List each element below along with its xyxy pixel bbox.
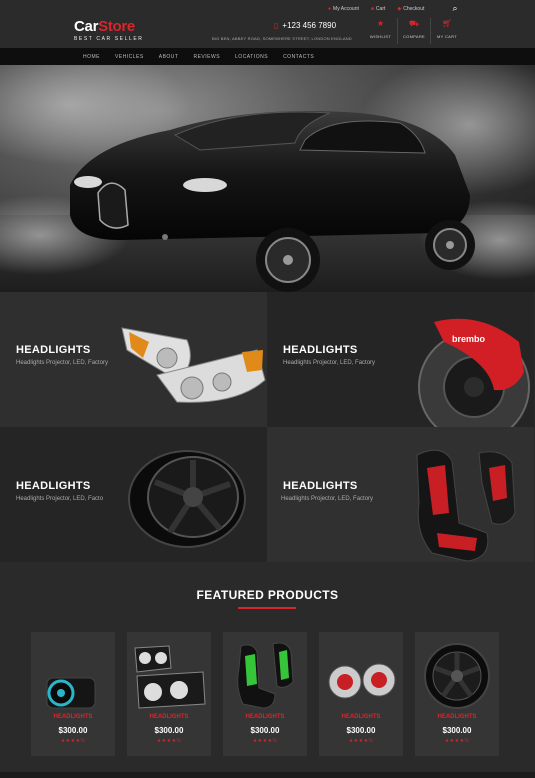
cart-icon: 🛒︎ <box>441 19 453 28</box>
featured-products-section: FEATURED PRODUCTS HEADLIGHTS $300.00 ★★★… <box>0 562 535 778</box>
nav-item-locations[interactable]: LOCATIONS <box>235 54 268 60</box>
product-name[interactable]: HEADLIGHTS <box>415 714 499 720</box>
tile-subtitle: Headlights Projector, LED, Factory <box>281 496 374 502</box>
rating-stars: ★★★★½ <box>156 738 182 744</box>
product-card[interactable]: HEADLIGHTS $300.00 ★★★★½ <box>415 632 499 756</box>
checkout-icon: ◆ <box>397 6 402 12</box>
category-tile-wheels[interactable]: HEADLIGHTS Headlights Projector, LED, Fa… <box>0 427 267 562</box>
compare-button[interactable]: ⛟ COMPARE <box>397 18 430 44</box>
product-image-headlights <box>134 645 206 709</box>
phone-icon: ▯ <box>274 21 279 30</box>
product-card[interactable]: HEADLIGHTS $300.00 ★★★★½ <box>31 632 115 756</box>
footer-strip <box>0 772 535 778</box>
product-name[interactable]: HEADLIGHTS <box>319 714 403 720</box>
product-name[interactable]: HEADLIGHTS <box>31 714 115 720</box>
cart-link[interactable]: ■ Cart <box>371 4 385 14</box>
brake-disc-image: brembo <box>418 318 530 427</box>
tile-subtitle: Headlights Projector, LED, Factory <box>283 360 376 366</box>
hero-car-image <box>0 65 535 292</box>
product-price: $300.00 <box>346 726 376 735</box>
store-address: BIG BEN, ABBEY ROAD, SOMEWHERE STREET, L… <box>212 36 352 41</box>
hero-banner[interactable] <box>0 65 535 292</box>
category-tile-headlights[interactable]: HEADLIGHTS Headlights Projector, LED, Fa… <box>0 292 267 427</box>
svg-text:brembo: brembo <box>452 334 486 344</box>
product-name[interactable]: HEADLIGHTS <box>127 714 211 720</box>
category-tile-seats[interactable]: HEADLIGHTS Headlights Projector, LED, Fa… <box>267 427 534 562</box>
site-header: CarStore BEST CAR SELLER ● My Account ■ Ca… <box>0 0 535 48</box>
cart-icon: ■ <box>370 6 374 12</box>
rating-stars: ★★★★½ <box>444 738 470 744</box>
header-actions: ★ WISHLIST ⛟ COMPARE 🛒︎ MY CART <box>364 18 463 44</box>
car-icon: ⛟ <box>408 19 420 28</box>
product-image-wheel <box>424 643 490 709</box>
checkout-link[interactable]: ◆ Checkout <box>397 4 424 14</box>
main-nav: HOME VEHICLES ABOUT REVIEWS LOCATIONS CO… <box>0 48 535 65</box>
nav-item-home[interactable]: HOME <box>83 54 100 60</box>
title-underline <box>238 607 296 609</box>
product-price: $300.00 <box>250 726 280 735</box>
product-card[interactable]: HEADLIGHTS $300.00 ★★★★½ <box>223 632 307 756</box>
logo[interactable]: CarStore BEST CAR SELLER <box>74 19 143 42</box>
tile-title: HEADLIGHTS <box>16 480 91 492</box>
seats-image <box>416 449 516 562</box>
user-icon: ● <box>328 6 332 12</box>
nav-item-about[interactable]: ABOUT <box>159 54 179 60</box>
tile-subtitle: Headlights Projector, LED, Facto <box>16 496 104 502</box>
section-title: FEATURED PRODUCTS <box>196 588 339 602</box>
rating-stars: ★★★★½ <box>348 738 374 744</box>
search-icon: ⌕ <box>452 3 458 13</box>
tile-subtitle: Headlights Projector, LED, Factory <box>16 360 109 366</box>
logo-tagline: BEST CAR SELLER <box>74 36 144 42</box>
tile-title: HEADLIGHTS <box>283 480 358 492</box>
rating-stars: ★★★★½ <box>252 738 278 744</box>
headlights-image <box>121 327 266 403</box>
product-price: $300.00 <box>154 726 184 735</box>
product-price: $300.00 <box>442 726 472 735</box>
product-image-speakers <box>328 663 396 699</box>
product-image-seats <box>237 642 294 709</box>
star-icon: ★ <box>376 19 385 28</box>
wheel-image <box>128 450 246 548</box>
product-price: $300.00 <box>58 726 88 735</box>
tile-title: HEADLIGHTS <box>16 344 91 356</box>
my-account-link[interactable]: ● My Account <box>328 4 359 14</box>
tile-title: HEADLIGHTS <box>283 344 358 356</box>
product-card[interactable]: HEADLIGHTS $300.00 ★★★★½ <box>127 632 211 756</box>
product-card[interactable]: HEADLIGHTS $300.00 ★★★★½ <box>319 632 403 756</box>
product-image-speaker <box>46 677 96 709</box>
product-name[interactable]: HEADLIGHTS <box>223 714 307 720</box>
nav-item-reviews[interactable]: REVIEWS <box>193 54 220 60</box>
nav-item-contacts[interactable]: CONTACTS <box>283 54 314 60</box>
category-tile-brakes[interactable]: HEADLIGHTS Headlights Projector, LED, Fa… <box>267 292 534 427</box>
logo-text: CarStore <box>74 18 135 35</box>
search-button[interactable]: ⌕ <box>448 2 462 14</box>
rating-stars: ★★★★½ <box>60 738 86 744</box>
wishlist-button[interactable]: ★ WISHLIST <box>364 18 397 44</box>
nav-item-vehicles[interactable]: VEHICLES <box>115 54 144 60</box>
my-cart-button[interactable]: 🛒︎ MY CART <box>430 18 463 44</box>
top-links: ● My Account ■ Cart ◆ Checkout <box>328 4 424 14</box>
phone-number: ▯ +123 456 7890 <box>274 21 337 30</box>
